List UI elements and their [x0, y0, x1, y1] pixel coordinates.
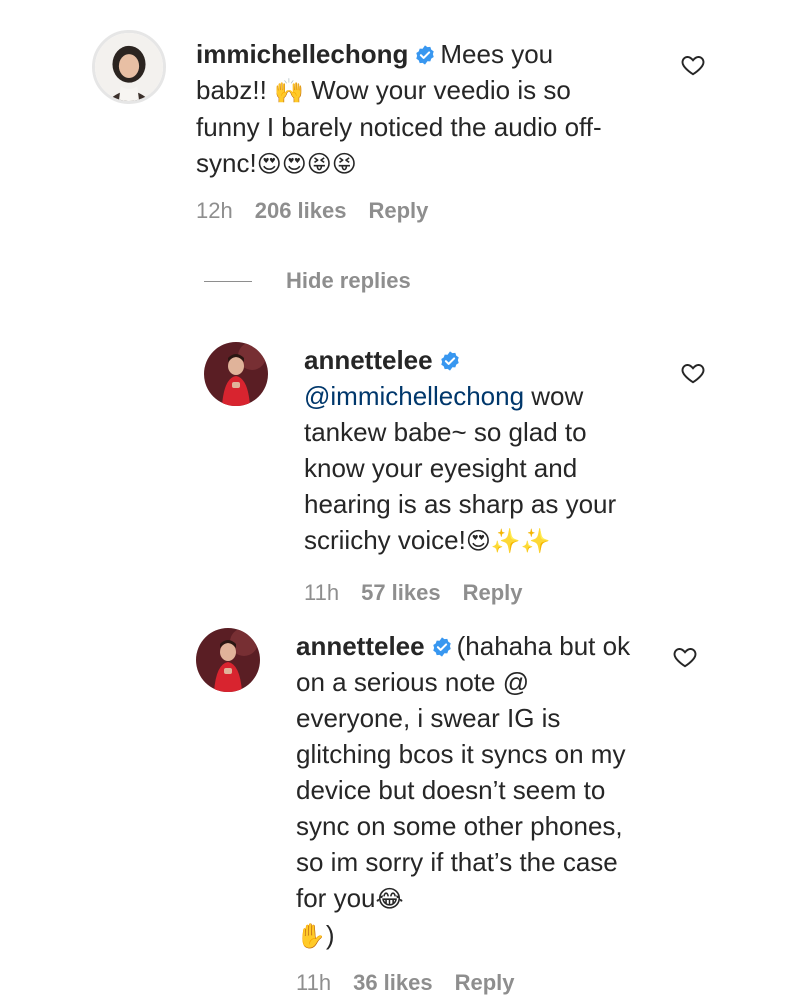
- comment-meta: 12h 206 likes Reply: [196, 198, 450, 224]
- raised-hand-emoji: ✋: [296, 922, 326, 950]
- joy-emoji: 😂: [375, 885, 404, 913]
- verified-badge-icon: [431, 636, 453, 658]
- reply-text: (hahaha but ok on a serious note @ every…: [296, 631, 631, 913]
- reply-meta: 11h 57 likes Reply: [304, 580, 545, 606]
- reply-button[interactable]: Reply: [455, 970, 515, 995]
- comment-likes[interactable]: 206 likes: [255, 198, 347, 223]
- avatar[interactable]: [92, 30, 166, 104]
- divider-line: [204, 280, 252, 282]
- reply-button[interactable]: Reply: [463, 580, 523, 605]
- reply-likes[interactable]: 57 likes: [361, 580, 441, 605]
- reply-username[interactable]: annettelee: [304, 345, 433, 375]
- hide-replies-toggle[interactable]: Hide replies: [204, 266, 411, 296]
- avatar[interactable]: [196, 628, 260, 692]
- emoji-group: 😍✨✨: [465, 527, 551, 555]
- avatar[interactable]: [204, 342, 268, 406]
- comment-username[interactable]: immichellechong: [196, 39, 408, 69]
- mention-link[interactable]: @immichellechong: [304, 381, 524, 411]
- reply-meta: 11h 36 likes Reply: [296, 970, 537, 996]
- reply-text-end: ): [325, 920, 335, 950]
- reply-item: annettelee (hahaha but ok on a serious no…: [0, 620, 800, 1000]
- hide-replies-label: Hide replies: [286, 268, 411, 293]
- comment-time: 12h: [196, 198, 233, 223]
- verified-badge-icon: [414, 44, 436, 66]
- comment-item: immichellechong Mees you babz!! 🙌 Wow you…: [0, 0, 800, 240]
- reply-body: annettelee @immichellechong wow tankew ba…: [304, 342, 644, 559]
- like-heart-icon[interactable]: [680, 52, 706, 78]
- like-heart-icon[interactable]: [680, 360, 706, 386]
- verified-badge-icon: [439, 350, 461, 372]
- emoji-group: 😍😍😝😝: [256, 150, 357, 178]
- comment-body: immichellechong Mees you babz!! 🙌 Wow you…: [196, 36, 626, 182]
- reply-button[interactable]: Reply: [368, 198, 428, 223]
- reply-likes[interactable]: 36 likes: [353, 970, 433, 995]
- reply-time: 11h: [296, 970, 332, 995]
- raised-hands-emoji: 🙌: [274, 77, 304, 105]
- reply-body: annettelee (hahaha but ok on a serious no…: [296, 628, 641, 954]
- reply-time: 11h: [304, 580, 340, 605]
- like-heart-icon[interactable]: [672, 644, 698, 670]
- reply-username[interactable]: annettelee: [296, 631, 425, 661]
- reply-item: annettelee @immichellechong wow tankew ba…: [0, 330, 800, 620]
